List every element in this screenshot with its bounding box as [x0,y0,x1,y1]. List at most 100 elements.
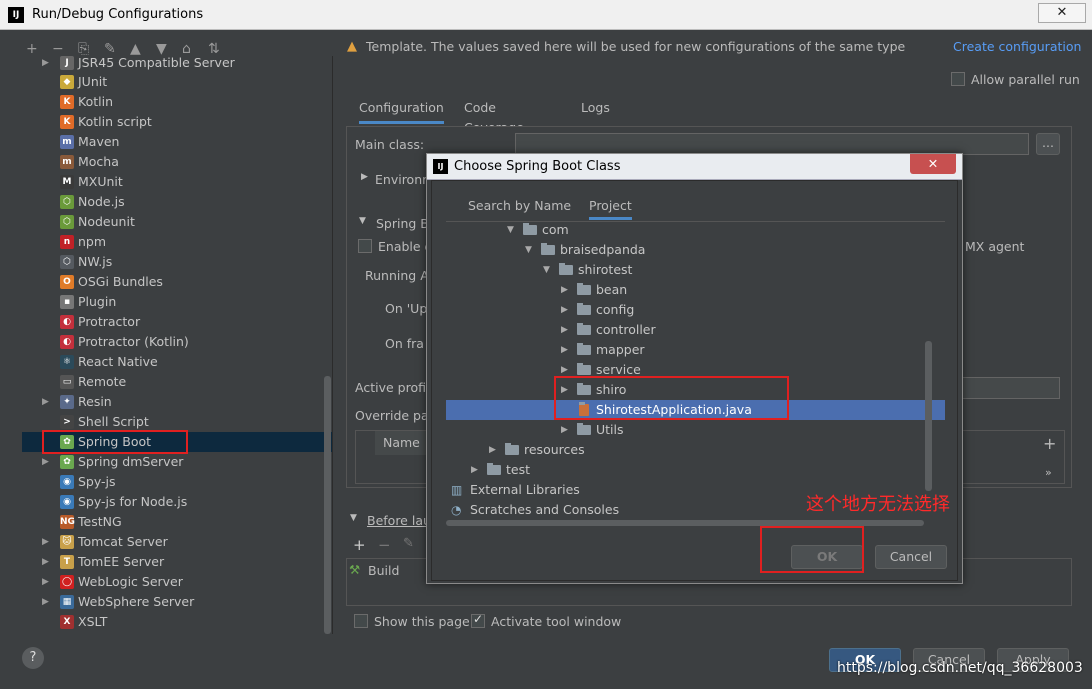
tree-row[interactable]: ▶ controller [446,320,945,340]
tree-item-protractor-kotlin[interactable]: ◐ Protractor (Kotlin) [22,332,332,352]
tree-item-weblogic-server[interactable]: ▶ ◯ WebLogic Server [22,572,332,592]
tree-item-spring-dmserver[interactable]: ▶ ✿ Spring dmServer [22,452,332,472]
tree-item-plugin[interactable]: ▪ Plugin [22,292,332,312]
tree-item-websphere-server[interactable]: ▶ ▦ WebSphere Server [22,592,332,612]
tree-row[interactable]: ▶ resources [446,440,945,460]
tree-item-label: Spring dmServer [78,454,184,469]
expand-arrow-icon[interactable]: ▶ [489,440,496,460]
tree-item-nw-js[interactable]: ⬡ NW.js [22,252,332,272]
toolbar-button[interactable]: ⌂ [182,41,191,57]
tab-logs[interactable]: Logs [581,98,610,124]
tab-project[interactable]: Project [589,198,632,220]
tree-item-mxunit[interactable]: M MXUnit [22,172,332,192]
tree-item-protractor[interactable]: ◐ Protractor [22,312,332,332]
browse-main-class-button[interactable]: ... [1036,133,1060,155]
show-this-page-checkbox[interactable] [354,614,368,628]
dialog-cancel-button[interactable]: Cancel [875,545,947,569]
environment-expand-icon[interactable]: ▶ [361,172,368,182]
tree-row[interactable]: ▶ bean [446,280,945,300]
highlight-ok-button [760,526,864,573]
tab-code-coverage[interactable]: Code Coverage [464,98,524,135]
tree-item-label: React Native [78,354,158,369]
collapse-arrow-icon[interactable]: ▼ [543,260,550,280]
expand-arrow-icon[interactable]: ▶ [42,592,49,612]
tree-item-spy-js[interactable]: ◉ Spy-js [22,472,332,492]
activate-tool-window-checkbox[interactable] [471,612,485,628]
expand-arrow-icon[interactable]: ▶ [42,552,49,572]
expand-arrow-icon[interactable]: ▶ [42,392,49,412]
tree-item-junit[interactable]: ◆ JUnit [22,72,332,92]
active-profiles-field[interactable] [960,377,1060,399]
expand-arrow-icon[interactable]: ▶ [42,532,49,552]
before-launch-edit-icon[interactable]: ✎ [403,536,414,551]
allow-parallel-checkbox[interactable] [951,72,965,86]
tree-item-kotlin[interactable]: K Kotlin [22,92,332,112]
collapse-arrow-icon[interactable]: ▼ [507,222,514,240]
toolbar-button[interactable]: ▲ [130,41,141,57]
tree-row[interactable]: ▶ test [446,460,945,480]
tree-item-tomee-server[interactable]: ▶ T TomEE Server [22,552,332,572]
tree-scrollbar[interactable] [324,376,331,634]
tree-item-resin[interactable]: ▶ ✦ Resin [22,392,332,412]
tree-item-spy-js-for-node-js[interactable]: ◉ Spy-js for Node.js [22,492,332,512]
expand-arrow-icon[interactable]: ▶ [42,452,49,472]
before-launch-remove-icon[interactable]: − [378,536,391,554]
expand-arrow-icon[interactable]: ▶ [561,340,568,360]
tab-configuration[interactable]: Configuration [359,98,444,124]
tree-item-react-native[interactable]: ⚛ React Native [22,352,332,372]
expand-arrow-icon[interactable]: ▶ [561,420,568,440]
tree-item-jsr45[interactable]: ▶ J JSR45 Compatible Server [22,56,332,73]
create-configuration-link[interactable]: Create configuration [953,39,1081,54]
help-button[interactable]: ? [22,647,44,669]
dialog-close-button[interactable]: ✕ [910,154,956,174]
tree-item-xslt[interactable]: X XSLT [22,612,332,632]
expand-arrow-icon[interactable]: ▶ [471,460,478,480]
expand-arrow-icon[interactable]: ▶ [42,572,49,592]
add-parameter-button[interactable]: + [1043,434,1056,453]
spring-boot-collapse-icon[interactable]: ▼ [359,216,366,226]
expand-arrow-icon[interactable]: ▶ [561,300,568,320]
spring-boot-section-label[interactable]: Spring B [376,216,429,231]
toolbar-button[interactable]: − [52,41,64,57]
tree-row[interactable]: ▶ Utils [446,420,945,440]
tree-item-testng[interactable]: NG TestNG [22,512,332,532]
expand-arrow-icon[interactable]: ▶ [42,56,49,73]
libraries-icon: ▥ [451,483,463,497]
window-close-button[interactable]: ✕ [1038,3,1086,23]
tree-item-label: Remote [78,374,127,389]
tree-row[interactable]: ▼ shirotest [446,260,945,280]
tree-item-remote[interactable]: ▭ Remote [22,372,332,392]
tree-item-kotlin-script[interactable]: K Kotlin script [22,112,332,132]
expand-arrow-icon[interactable]: ▶ [561,320,568,340]
collapse-arrow-icon[interactable]: ▼ [525,240,532,260]
toolbar-button[interactable]: ▼ [156,41,167,57]
before-launch-label[interactable]: Before lau [367,513,431,528]
toolbar-button[interactable]: ⇅ [208,41,220,57]
tree-row[interactable]: ▼ com [446,222,945,240]
tab-search-by-name[interactable]: Search by Name [468,198,571,220]
tree-row[interactable]: ▼ braisedpanda [446,240,945,260]
tree-item-mocha[interactable]: m Mocha [22,152,332,172]
folder-icon [577,423,591,435]
tree-item-osgi-bundles[interactable]: O OSGi Bundles [22,272,332,292]
tree-item-shell-script[interactable]: > Shell Script [22,412,332,432]
tree-item-nodeunit[interactable]: ⬡ Nodeunit [22,212,332,232]
more-icon[interactable]: » [1045,466,1052,479]
expand-arrow-icon[interactable]: ▶ [561,280,568,300]
toolbar-button[interactable]: + [26,41,38,57]
tree-row[interactable]: ▶ mapper [446,340,945,360]
tree-item-maven[interactable]: m Maven [22,132,332,152]
before-launch-collapse-icon[interactable]: ▼ [350,513,357,523]
toolbar-button[interactable]: ⎘ [78,41,89,57]
tree-item-node-js[interactable]: ⬡ Node.js [22,192,332,212]
toolbar-button[interactable]: ✎ [104,41,116,57]
configuration-type-tree[interactable]: ▶ J JSR45 Compatible Server ◆ JUnit K Kotli… [22,56,333,634]
main-class-field[interactable] [515,133,1029,155]
project-tree-vertical-scrollbar[interactable] [925,341,932,491]
before-launch-add-icon[interactable]: + [353,536,366,554]
enable-debug-checkbox[interactable] [358,239,372,253]
tree-item-npm[interactable]: n npm [22,232,332,252]
tree-row[interactable]: ▶ config [446,300,945,320]
tree-item-tomcat-server[interactable]: ▶ 🐱 Tomcat Server [22,532,332,552]
build-task-label[interactable]: Build [368,563,399,578]
